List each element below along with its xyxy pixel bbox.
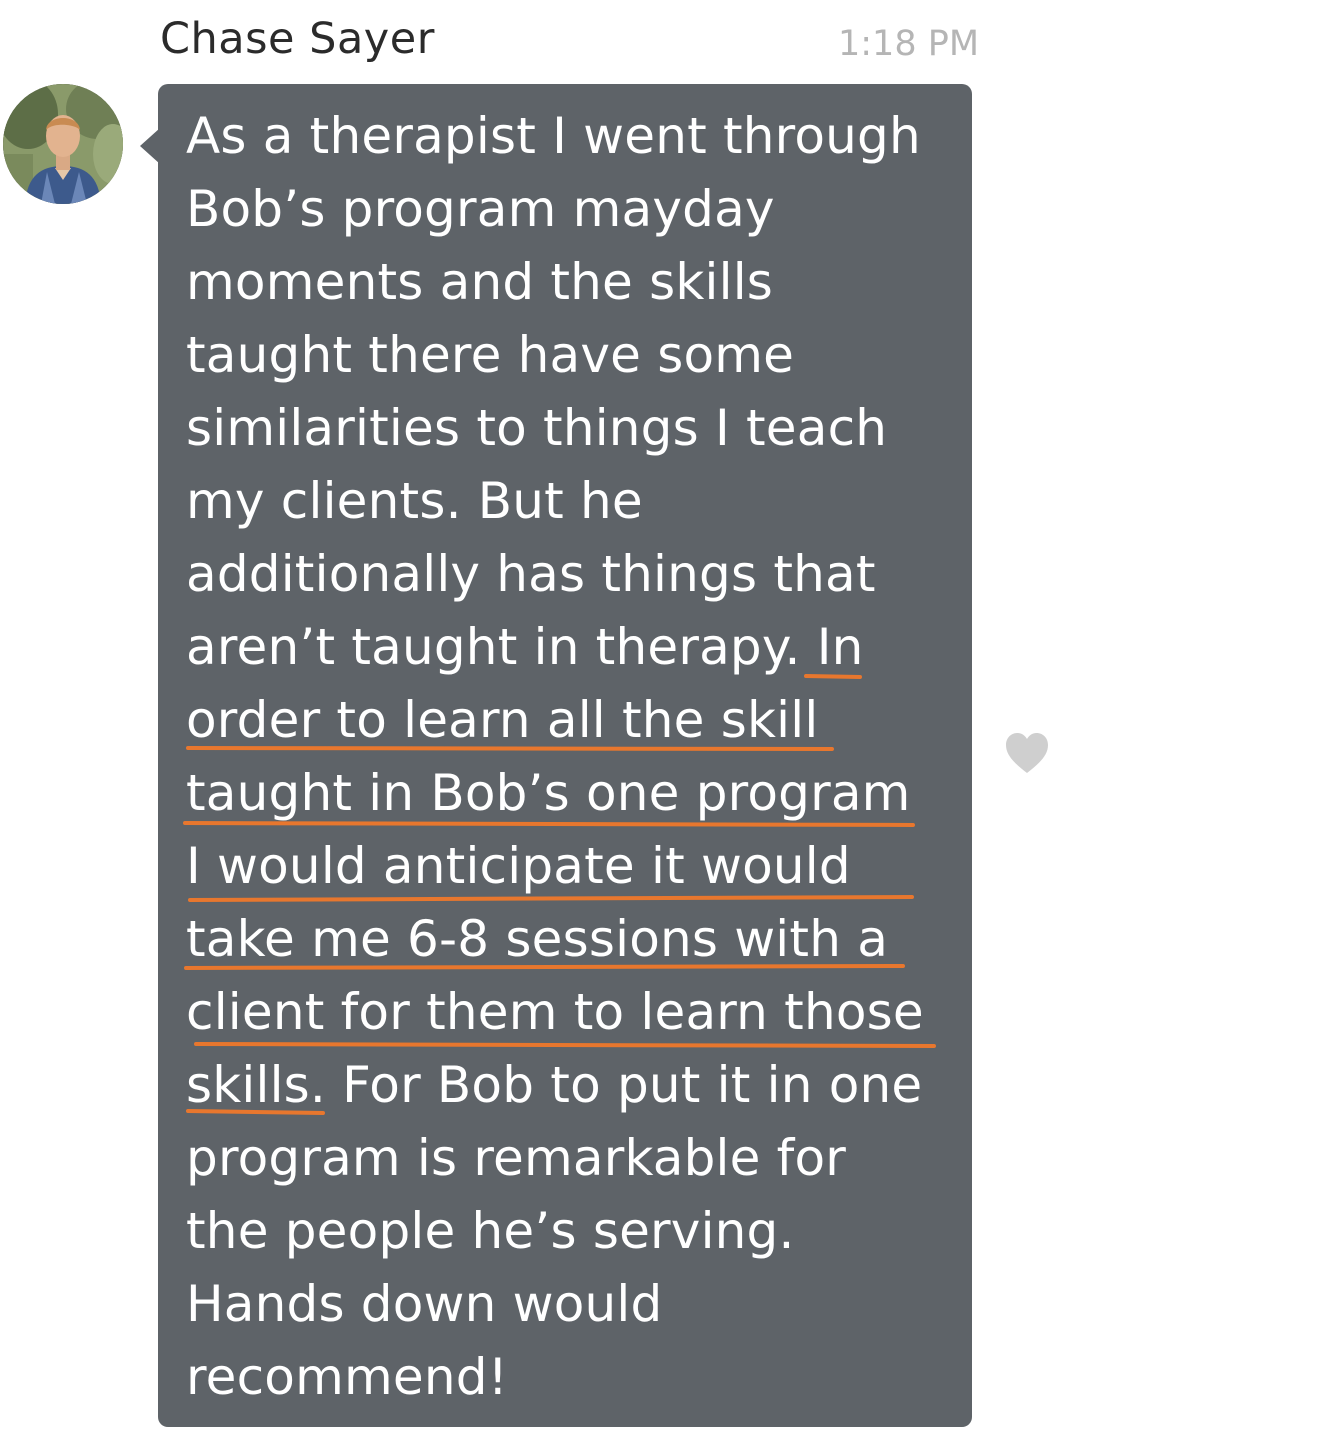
message-line: similarities to things I teach (186, 399, 888, 457)
message-text: As a therapist I went through Bob’s prog… (186, 100, 924, 1414)
message-line: order to learn all the skill (186, 691, 819, 749)
sender-name[interactable]: Chase Sayer (160, 14, 435, 64)
message-line: client for them to learn those (186, 983, 924, 1041)
message-line: the people he’s serving. (186, 1202, 795, 1260)
message-line: my clients. But he (186, 472, 643, 530)
message-timestamp: 1:18 PM (838, 24, 980, 64)
message-line: moments and the skills (186, 253, 774, 311)
avatar[interactable] (3, 84, 123, 204)
message-line: aren’t taught in therapy. In (186, 618, 864, 676)
message-line: As a therapist I went through (186, 107, 921, 165)
bubble-tail (140, 128, 160, 164)
heart-icon[interactable] (1004, 731, 1050, 775)
message-line: additionally has things that (186, 545, 876, 603)
message-line: taught there have some (186, 326, 795, 384)
message-line: take me 6-8 sessions with a (186, 910, 889, 968)
message-line: taught in Bob’s one program (186, 764, 911, 822)
message-line: recommend! (186, 1348, 508, 1406)
avatar-photo (3, 84, 123, 204)
message-line: skills. For Bob to put it in one (186, 1056, 923, 1114)
heart-icon-shape (1006, 733, 1048, 773)
message-line: program is remarkable for (186, 1129, 847, 1187)
message-line: Bob’s program mayday (186, 180, 775, 238)
message-line: Hands down would (186, 1275, 663, 1333)
message-line: I would anticipate it would (186, 837, 851, 895)
